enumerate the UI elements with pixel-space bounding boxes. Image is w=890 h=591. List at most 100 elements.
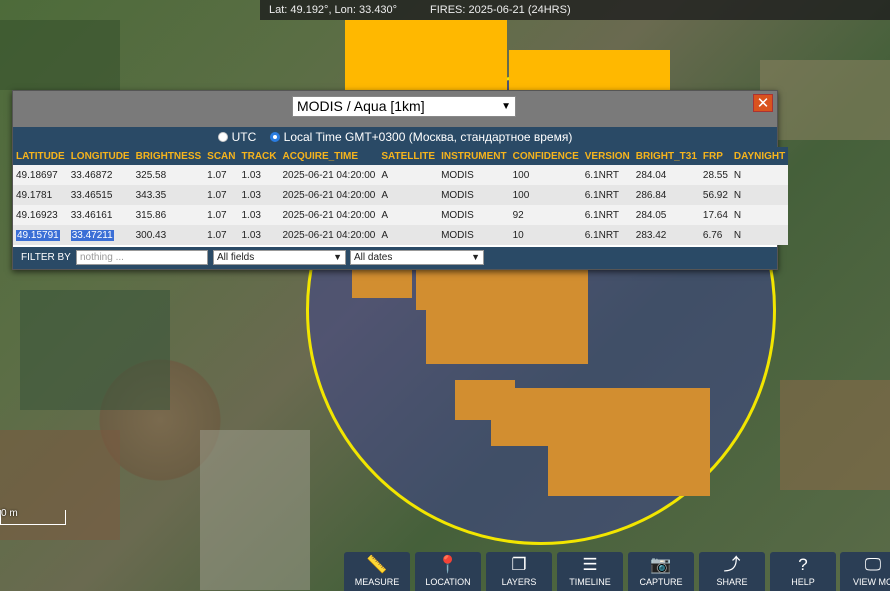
- field-select[interactable]: All fields ▼: [213, 250, 346, 265]
- column-header[interactable]: BRIGHTNESS: [133, 147, 205, 165]
- table-cell: 28.55: [702, 169, 728, 181]
- table-cell: 49.15791: [13, 225, 68, 245]
- sliders-icon: ☰: [582, 555, 598, 574]
- coordinates-bar: Lat: 49.192°, Lon: 33.430° FIRES: 2025-0…: [260, 0, 890, 20]
- table-cell: 325.58: [135, 169, 167, 181]
- column-header[interactable]: LATITUDE: [13, 147, 68, 165]
- table-row[interactable]: 49.15791 33.47211 300.43 1.07 1.03 2025-06-21…: [13, 225, 789, 245]
- map-field: [0, 20, 120, 90]
- share-button[interactable]: ⤴ SHARE: [699, 552, 765, 591]
- measure-button[interactable]: 📏 MEASURE: [344, 552, 410, 591]
- column-header[interactable]: VERSION: [582, 147, 633, 165]
- local-time-radio[interactable]: [269, 132, 280, 142]
- table-cell: N: [733, 229, 742, 241]
- toolbar-button-label: TIMELINE: [569, 577, 611, 587]
- table-cell: 2025-06-21 04:20:00: [282, 169, 376, 181]
- column-header[interactable]: CONFIDENCE: [510, 147, 582, 165]
- ruler-icon: 📏: [366, 555, 388, 574]
- cursor-coordinates: Lat: 49.192°, Lon: 33.430°: [269, 4, 398, 16]
- table-cell: MODIS: [441, 169, 474, 181]
- view-mo-button[interactable]: 🖵 VIEW MO: [840, 552, 890, 591]
- map-field: [200, 430, 310, 590]
- column-header[interactable]: SCAN: [204, 147, 238, 165]
- layers-button[interactable]: ❐ LAYERS: [486, 552, 552, 591]
- field-select-value: All fields: [217, 252, 255, 263]
- column-header[interactable]: ACQUIRE_TIME: [280, 147, 379, 165]
- table-row[interactable]: 49.16923 33.46161 315.86 1.07 1.03 2025-06-21…: [13, 205, 789, 225]
- scale-label: 0 m: [1, 508, 18, 519]
- filter-input[interactable]: nothing ...: [76, 250, 208, 265]
- help-button[interactable]: ? HELP: [770, 552, 836, 591]
- fire-pixel[interactable]: [548, 444, 710, 496]
- table-cell: A: [381, 189, 389, 201]
- column-header[interactable]: BRIGHT_T31: [633, 147, 700, 165]
- close-button[interactable]: ✕: [753, 94, 773, 112]
- fire-data-table: LATITUDE LONGITUDE BRIGHTNESS SCAN TRACK ACQU…: [13, 147, 789, 245]
- table-cell: 286.84: [635, 189, 667, 201]
- table-cell: MODIS: [441, 209, 474, 221]
- table-cell: 6.1NRT: [584, 209, 620, 221]
- fire-pixel[interactable]: [352, 268, 412, 298]
- satellite-map[interactable]: [0, 0, 890, 591]
- column-header[interactable]: SATELLITE: [378, 147, 438, 165]
- fire-pixel[interactable]: [426, 308, 588, 364]
- filter-bar: FILTER BY nothing ... All fields ▼ All d…: [13, 247, 777, 269]
- selected-text: 49.15791: [16, 229, 60, 241]
- table-cell: 1.03: [241, 229, 261, 241]
- table-header-row: LATITUDE LONGITUDE BRIGHTNESS SCAN TRACK ACQU…: [13, 147, 789, 165]
- table-cell: 49.18697: [16, 169, 58, 181]
- toolbar-button-label: MEASURE: [354, 577, 400, 587]
- layers-icon: ❐: [511, 555, 527, 574]
- date-select[interactable]: All dates ▼: [350, 250, 484, 265]
- table-cell: 100: [512, 189, 530, 201]
- fire-pixel[interactable]: [416, 268, 588, 310]
- map-field: [780, 380, 890, 490]
- table-cell: 33.46515: [70, 189, 113, 201]
- table-cell: MODIS: [441, 229, 474, 241]
- chevron-down-icon: ▼: [471, 252, 480, 262]
- table-cell: 17.64: [702, 209, 728, 221]
- table-cell: 6.1NRT: [584, 169, 620, 181]
- dataset-select-value: MODIS / Aqua [1km]: [297, 98, 425, 114]
- table-cell: N: [733, 209, 742, 221]
- location-button[interactable]: 📍 LOCATION: [415, 552, 481, 591]
- utc-radio[interactable]: [217, 132, 228, 142]
- table-cell: 33.46161: [70, 209, 113, 221]
- table-cell: N: [733, 189, 742, 201]
- column-header[interactable]: LONGITUDE: [68, 147, 133, 165]
- fire-pixel[interactable]: [491, 388, 710, 446]
- selected-text: 33.47211: [70, 229, 114, 241]
- fire-pixel[interactable]: [509, 50, 670, 92]
- toolbar-button-label: SHARE: [716, 577, 748, 587]
- dataset-select[interactable]: MODIS / Aqua [1km] ▼: [292, 96, 516, 117]
- toolbar-button-label: VIEW MO: [853, 577, 890, 587]
- map-field: [20, 290, 170, 410]
- camera-icon: 📷: [650, 555, 672, 574]
- timeline-button[interactable]: ☰ TIMELINE: [557, 552, 623, 591]
- timezone-selector: UTC Local Time GMT+0300 (Москва, стандар…: [13, 127, 777, 147]
- column-header[interactable]: INSTRUMENT: [438, 147, 510, 165]
- fire-pixel[interactable]: [345, 20, 507, 92]
- table-cell: 1.07: [207, 209, 227, 221]
- table-cell: 2025-06-21 04:20:00: [282, 189, 376, 201]
- table-row[interactable]: 49.1781 33.46515 343.35 1.07 1.03 2025-06-21 …: [13, 185, 789, 205]
- table-cell: 6.1NRT: [584, 229, 620, 241]
- capture-button[interactable]: 📷 CAPTURE: [628, 552, 694, 591]
- toolbar-button-label: LOCATION: [425, 577, 471, 587]
- table-cell: 1.07: [207, 189, 227, 201]
- table-cell: 49.1781: [16, 189, 53, 201]
- table-cell: A: [381, 169, 389, 181]
- table-cell: 49.16923: [16, 209, 58, 221]
- table-cell: 284.04: [635, 169, 667, 181]
- table-cell: 300.43: [135, 229, 167, 241]
- column-header[interactable]: DAYNIGHT: [731, 147, 788, 165]
- table-cell: 1.03: [241, 189, 261, 201]
- table-cell: 33.47211: [68, 225, 133, 245]
- column-header[interactable]: FRP: [700, 147, 731, 165]
- table-cell: 56.92: [702, 189, 728, 201]
- table-cell: 343.35: [135, 189, 167, 201]
- table-cell: 1.07: [207, 229, 227, 241]
- fires-date-label: FIRES: 2025-06-21 (24HRS): [430, 4, 571, 16]
- table-row[interactable]: 49.18697 33.46872 325.58 1.07 1.03 2025-06-21…: [13, 165, 789, 185]
- column-header[interactable]: TRACK: [239, 147, 280, 165]
